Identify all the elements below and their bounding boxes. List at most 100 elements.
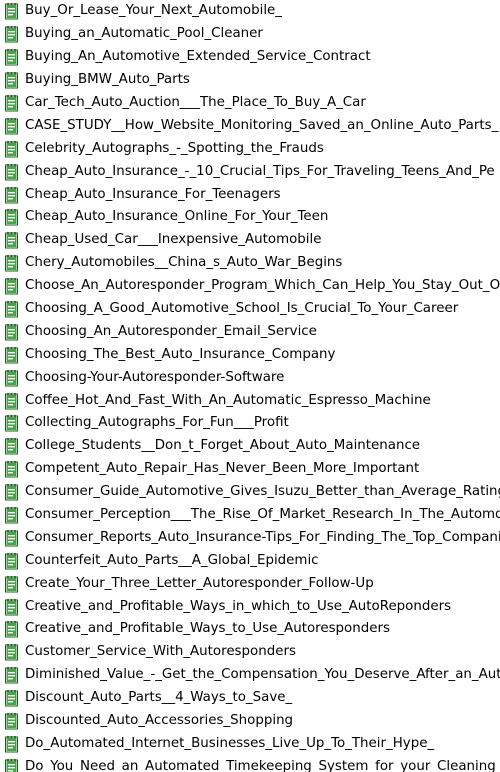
file-name-label: Do_Automated_Internet_Businesses_Live_Up… bbox=[25, 735, 435, 751]
file-name-label: Cheap_Auto_Insurance_Online_For_Your_Tee… bbox=[25, 209, 329, 225]
notepad-document-icon bbox=[4, 414, 20, 432]
file-name-label: Cheap_Auto_Insurance_-_10_Crucial_Tips_F… bbox=[25, 163, 495, 179]
file-name-label: Consumer_Perception___The_Rise_Of_Market… bbox=[25, 507, 500, 523]
notepad-document-icon bbox=[4, 598, 20, 616]
file-name-label: Coffee_Hot_And_Fast_With_An_Automatic_Es… bbox=[25, 392, 431, 408]
file-name-label: Consumer_Reports_Auto_Insurance-Tips_For… bbox=[25, 529, 500, 545]
file-name-label: Choose_An_Autoresponder_Program_Which_Ca… bbox=[25, 278, 500, 294]
file-list-item[interactable]: Choose_An_Autoresponder_Program_Which_Ca… bbox=[0, 275, 500, 298]
notepad-document-icon bbox=[4, 643, 20, 661]
file-list-item[interactable]: Consumer_Reports_Auto_Insurance-Tips_For… bbox=[0, 526, 500, 549]
file-name-label: CASE_STUDY__How_Website_Monitoring_Saved… bbox=[25, 117, 499, 133]
notepad-document-icon bbox=[4, 254, 20, 272]
file-list-item[interactable]: Collecting_Autographs_For_Fun___Profit bbox=[0, 412, 500, 435]
file-list-item[interactable]: Coffee_Hot_And_Fast_With_An_Automatic_Es… bbox=[0, 389, 500, 412]
file-name-label: Diminished_Value_-_Get_the_Compensation_… bbox=[25, 667, 500, 683]
file-name-label: Choosing_An_Autoresponder_Email_Service bbox=[25, 323, 317, 339]
file-list-item[interactable]: Car_Tech_Auto_Auction___The_Place_To_Buy… bbox=[0, 92, 500, 115]
file-name-label: Collecting_Autographs_For_Fun___Profit bbox=[25, 415, 289, 431]
file-name-label: Customer_Service_With_Autoresponders bbox=[25, 644, 296, 660]
notepad-document-icon bbox=[4, 437, 20, 455]
file-list-item[interactable]: Consumer_Guide_Automotive_Gives_Isuzu_Be… bbox=[0, 481, 500, 504]
file-name-label: Choosing_A_Good_Automotive_School_Is_Cru… bbox=[25, 301, 459, 317]
file-name-label: Discounted_Auto_Accessories_Shopping bbox=[25, 713, 294, 729]
notepad-document-icon bbox=[4, 735, 20, 753]
file-name-label: Buying_BMW_Auto_Parts bbox=[25, 72, 190, 88]
file-name-label: Consumer_Guide_Automotive_Gives_Isuzu_Be… bbox=[25, 484, 500, 500]
file-name-label: Counterfeit_Auto_Parts__A_Global_Epidemi… bbox=[25, 552, 319, 568]
notepad-document-icon bbox=[4, 712, 20, 730]
file-list-item[interactable]: Choosing_A_Good_Automotive_School_Is_Cru… bbox=[0, 298, 500, 321]
notepad-document-icon bbox=[4, 689, 20, 707]
file-list-item[interactable]: Choosing_The_Best_Auto_Insurance_Company bbox=[0, 343, 500, 366]
file-name-label: College_Students__Don_t_Forget_About_Aut… bbox=[25, 438, 421, 454]
notepad-document-icon bbox=[4, 666, 20, 684]
notepad-document-icon bbox=[4, 117, 20, 135]
notepad-document-icon bbox=[4, 529, 20, 547]
notepad-document-icon bbox=[4, 483, 20, 501]
notepad-document-icon bbox=[4, 506, 20, 524]
notepad-document-icon bbox=[4, 94, 20, 112]
file-name-label: Cheap_Auto_Insurance_For_Teenagers bbox=[25, 186, 281, 202]
file-list-item[interactable]: Buying_an_Automatic_Pool_Cleaner bbox=[0, 23, 500, 46]
file-list-item[interactable]: Buy_Or_Lease_Your_Next_Automobile_ bbox=[0, 0, 500, 23]
notepad-document-icon bbox=[4, 25, 20, 43]
file-list-item[interactable]: Cheap_Auto_Insurance_For_Teenagers bbox=[0, 183, 500, 206]
file-name-label: Choosing_The_Best_Auto_Insurance_Company bbox=[25, 346, 336, 362]
file-name-label: Chery_Automobiles__China_s_Auto_War_Begi… bbox=[25, 255, 343, 271]
file-list-item[interactable]: Customer_Service_With_Autoresponders bbox=[0, 641, 500, 664]
notepad-document-icon bbox=[4, 758, 20, 772]
file-name-label: Create_Your_Three_Letter_Autoresponder_F… bbox=[25, 575, 374, 591]
notepad-document-icon bbox=[4, 323, 20, 341]
notepad-document-icon bbox=[4, 163, 20, 181]
file-name-label: Buying_an_Automatic_Pool_Cleaner bbox=[25, 26, 263, 42]
file-list-item[interactable]: Choosing_An_Autoresponder_Email_Service bbox=[0, 320, 500, 343]
notepad-document-icon bbox=[4, 2, 20, 20]
notepad-document-icon bbox=[4, 277, 20, 295]
file-list-item[interactable]: College_Students__Don_t_Forget_About_Aut… bbox=[0, 435, 500, 458]
file-list-item[interactable]: Create_Your_Three_Letter_Autoresponder_F… bbox=[0, 572, 500, 595]
file-list-item[interactable]: Cheap_Used_Car___Inexpensive_Automobile bbox=[0, 229, 500, 252]
notepad-document-icon bbox=[4, 392, 20, 410]
file-list-item[interactable]: Do_You_Need_an_Automated_Timekeeping_Sys… bbox=[0, 755, 500, 772]
file-list-item[interactable]: Celebrity_Autographs_-_Spotting_the_Frau… bbox=[0, 137, 500, 160]
file-list-item[interactable]: Discounted_Auto_Accessories_Shopping bbox=[0, 710, 500, 733]
file-name-label: Celebrity_Autographs_-_Spotting_the_Frau… bbox=[25, 140, 324, 156]
notepad-document-icon bbox=[4, 231, 20, 249]
file-list-item[interactable]: Counterfeit_Auto_Parts__A_Global_Epidemi… bbox=[0, 549, 500, 572]
file-list-item[interactable]: Buying_BMW_Auto_Parts bbox=[0, 69, 500, 92]
file-list-item[interactable]: Consumer_Perception___The_Rise_Of_Market… bbox=[0, 504, 500, 527]
file-list: Buy_Or_Lease_Your_Next_Automobile_ Buying… bbox=[0, 0, 500, 772]
notepad-document-icon bbox=[4, 300, 20, 318]
file-list-item[interactable]: Cheap_Auto_Insurance_-_10_Crucial_Tips_F… bbox=[0, 160, 500, 183]
notepad-document-icon bbox=[4, 208, 20, 226]
notepad-document-icon bbox=[4, 186, 20, 204]
file-list-item[interactable]: Discount_Auto_Parts__4_Ways_to_Save_ bbox=[0, 687, 500, 710]
file-list-item[interactable]: Diminished_Value_-_Get_the_Compensation_… bbox=[0, 664, 500, 687]
file-name-label: Car_Tech_Auto_Auction___The_Place_To_Buy… bbox=[25, 95, 366, 110]
file-list-item[interactable]: Chery_Automobiles__China_s_Auto_War_Begi… bbox=[0, 252, 500, 275]
file-list-item[interactable]: Creative_and_Profitable_Ways_in_which_to… bbox=[0, 595, 500, 618]
file-list-item[interactable]: Choosing-Your-Autoresponder-Software bbox=[0, 366, 500, 389]
notepad-document-icon bbox=[4, 140, 20, 158]
file-name-label: Creative_and_Profitable_Ways_to_Use_Auto… bbox=[25, 621, 390, 637]
notepad-document-icon bbox=[4, 575, 20, 593]
file-list-item[interactable]: CASE_STUDY__How_Website_Monitoring_Saved… bbox=[0, 114, 500, 137]
file-name-label: Buying_An_Automotive_Extended_Service_Co… bbox=[25, 49, 371, 65]
file-name-label: Cheap_Used_Car___Inexpensive_Automobile bbox=[25, 232, 322, 248]
notepad-document-icon bbox=[4, 460, 20, 478]
notepad-document-icon bbox=[4, 346, 20, 364]
file-name-label: Buy_Or_Lease_Your_Next_Automobile_ bbox=[25, 3, 282, 19]
file-name-label: Competent_Auto_Repair_Has_Never_Been_Mor… bbox=[25, 461, 420, 477]
file-name-label: Choosing-Your-Autoresponder-Software bbox=[25, 369, 285, 385]
notepad-document-icon bbox=[4, 552, 20, 570]
notepad-document-icon bbox=[4, 71, 20, 89]
file-list-item[interactable]: Cheap_Auto_Insurance_Online_For_Your_Tee… bbox=[0, 206, 500, 229]
file-list-item[interactable]: Creative_and_Profitable_Ways_to_Use_Auto… bbox=[0, 618, 500, 641]
file-list-item[interactable]: Do_Automated_Internet_Businesses_Live_Up… bbox=[0, 733, 500, 756]
notepad-document-icon bbox=[4, 48, 20, 66]
file-list-item[interactable]: Competent_Auto_Repair_Has_Never_Been_Mor… bbox=[0, 458, 500, 481]
notepad-document-icon bbox=[4, 369, 20, 387]
file-list-item[interactable]: Buying_An_Automotive_Extended_Service_Co… bbox=[0, 46, 500, 69]
file-name-label: Discount_Auto_Parts__4_Ways_to_Save_ bbox=[25, 690, 293, 706]
